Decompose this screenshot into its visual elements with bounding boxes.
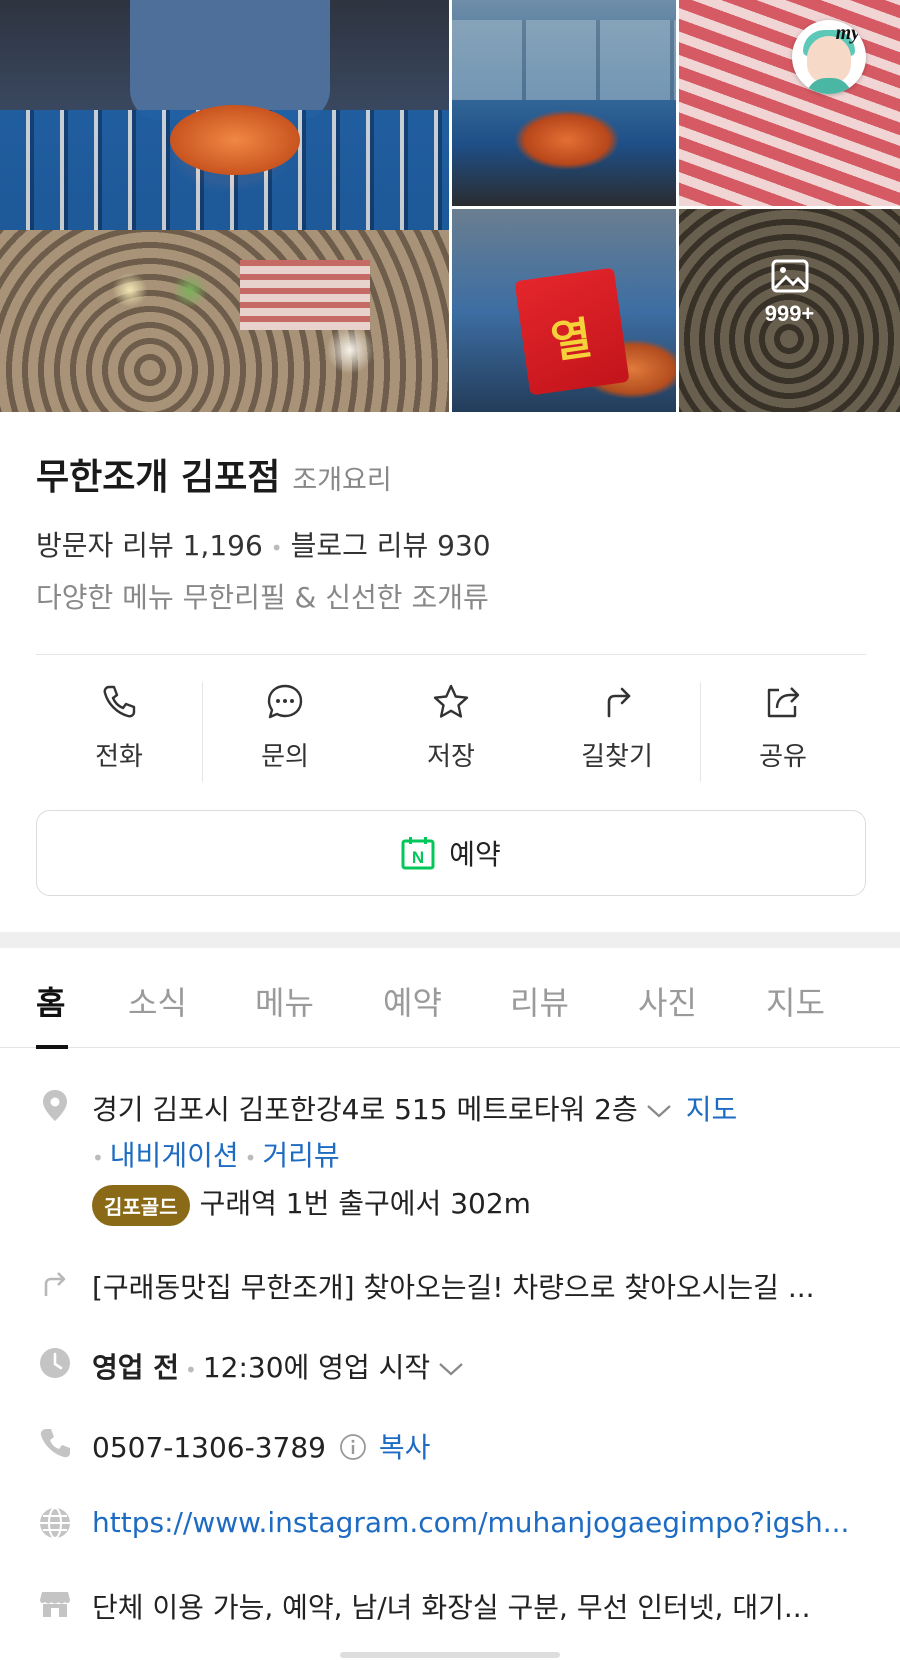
review-summary: 방문자 리뷰 1,196 • 블로그 리뷰 930: [36, 524, 491, 564]
reserve-button[interactable]: N 예약: [36, 810, 866, 896]
globe-icon: [40, 1507, 70, 1539]
place-description: 다양한 메뉴 무한리필 & 신선한 조개류: [36, 581, 489, 614]
photo-count-overlay: 999+: [679, 259, 900, 327]
divider: [36, 654, 866, 655]
station-distance: 구래역 1번 출구에서 302m: [199, 1187, 531, 1220]
address-text: 경기 김포시 김포한강4로 515 메트로타워 2층: [92, 1093, 638, 1126]
avatar-body: [806, 78, 852, 94]
save-label: 저장: [427, 742, 475, 772]
photo-thumb-1[interactable]: [452, 0, 676, 206]
subway-line-badge: 김포골드: [92, 1184, 190, 1226]
call-label: 전화: [95, 742, 143, 772]
photo-count: 999+: [764, 301, 815, 326]
photo-apron-shape: [130, 0, 330, 120]
share-icon: [767, 687, 800, 718]
directions-guide-link[interactable]: [구래동맛집 무한조개] 찾아오는길! 차량으로 찾아오시는길 ...: [92, 1266, 815, 1306]
tab-photo[interactable]: 사진: [638, 978, 697, 1024]
home-indicator: [340, 1652, 560, 1658]
website-link[interactable]: https://www.instagram.com/muhanjogaegimp…: [92, 1506, 849, 1539]
image-icon: [771, 259, 808, 293]
street-view-link[interactable]: 거리뷰: [262, 1139, 339, 1172]
directions-icon: [607, 687, 631, 718]
hours-status: 영업 전: [92, 1351, 180, 1384]
visitor-review-link[interactable]: 방문자 리뷰 1,196: [36, 529, 263, 562]
info-icon[interactable]: [339, 1433, 367, 1461]
separator-dot: •: [270, 536, 283, 560]
phone-icon: [103, 685, 136, 718]
facilities-text[interactable]: 단체 이용 가능, 예약, 남/녀 화장실 구분, 무선 인터넷, 대기...: [92, 1586, 811, 1626]
share-button[interactable]: 공유: [700, 682, 866, 782]
hours-detail: 12:30에 영업 시작: [202, 1351, 431, 1384]
address-links-row: • 내비게이션 • 거리뷰: [92, 1134, 340, 1174]
inquiry-label: 문의: [261, 742, 309, 772]
photo-more-thumb[interactable]: 999+: [679, 209, 900, 412]
tab-menu[interactable]: 메뉴: [255, 978, 314, 1024]
photo-thumb-2[interactable]: [679, 0, 900, 206]
naver-calendar-letter: N: [412, 848, 424, 867]
hours-row[interactable]: 영업 전 • 12:30에 영업 시작: [92, 1346, 478, 1386]
address-row: 경기 김포시 김포한강4로 515 메트로타워 2층 지도: [92, 1088, 737, 1128]
map-link[interactable]: 지도: [686, 1093, 738, 1126]
action-divider-left: [202, 682, 203, 782]
chevron-down-icon[interactable]: [438, 1360, 464, 1378]
star-icon: [433, 684, 469, 718]
photo-thumb-3[interactable]: 열: [452, 209, 676, 412]
store-icon: [40, 1592, 70, 1617]
noodle-pack-text: 열: [547, 312, 596, 369]
photo-tank-shape: [452, 20, 676, 100]
inquiry-button[interactable]: 문의: [202, 682, 368, 782]
place-category: 조개요리: [292, 465, 392, 496]
phone-icon: [40, 1429, 70, 1458]
place-name: 무한조개 김포점: [36, 457, 281, 498]
copy-phone-button[interactable]: 복사: [379, 1431, 431, 1464]
share-label: 공유: [759, 742, 807, 772]
separator-dot: •: [92, 1146, 104, 1170]
section-separator: [0, 932, 900, 948]
separator-dot: •: [244, 1146, 257, 1170]
tab-map[interactable]: 지도: [766, 978, 825, 1024]
clock-icon: [40, 1348, 70, 1378]
separator-dot: •: [185, 1358, 197, 1382]
action-divider-right: [700, 682, 701, 782]
phone-row: 0507-1306-3789 복사: [92, 1426, 430, 1466]
phone-number[interactable]: 0507-1306-3789: [92, 1431, 326, 1464]
my-label: my: [835, 22, 860, 44]
directions-icon: [44, 1272, 66, 1296]
directions-label: 길찾기: [581, 742, 653, 772]
location-pin-icon: [43, 1090, 67, 1121]
photo-gallery: 열 999+ my: [0, 0, 900, 412]
chevron-down-icon[interactable]: [646, 1102, 672, 1120]
directions-button[interactable]: 길찾기: [534, 682, 700, 782]
tab-bar: 홈 소식 메뉴 예약 리뷰 사진 지도: [0, 948, 900, 1049]
tab-review[interactable]: 리뷰: [510, 978, 569, 1024]
tab-reservation[interactable]: 예약: [383, 978, 442, 1024]
active-tab-indicator: [36, 1045, 68, 1049]
title-row: 무한조개 김포점 조개요리: [36, 448, 392, 500]
photo-crab-shape: [170, 105, 300, 175]
chat-icon: [267, 684, 303, 719]
tab-home[interactable]: 홈: [36, 978, 65, 1024]
naver-calendar-icon: N: [401, 837, 435, 870]
my-profile-button[interactable]: my: [792, 20, 866, 94]
main-photo[interactable]: [0, 0, 449, 412]
call-button[interactable]: 전화: [36, 682, 202, 782]
blog-review-link[interactable]: 블로그 리뷰 930: [291, 529, 491, 562]
photo-tray-shape: [0, 230, 449, 412]
navigation-link[interactable]: 내비게이션: [110, 1139, 239, 1172]
save-button[interactable]: 저장: [368, 682, 534, 782]
reserve-label: 예약: [449, 838, 501, 871]
action-bar: 전화 문의 저장 길찾기 공유: [36, 682, 866, 782]
photo-noodle-pack-shape: 열: [514, 267, 630, 396]
tab-news[interactable]: 소식: [128, 978, 187, 1024]
station-row: 김포골드 구래역 1번 출구에서 302m: [92, 1182, 531, 1226]
